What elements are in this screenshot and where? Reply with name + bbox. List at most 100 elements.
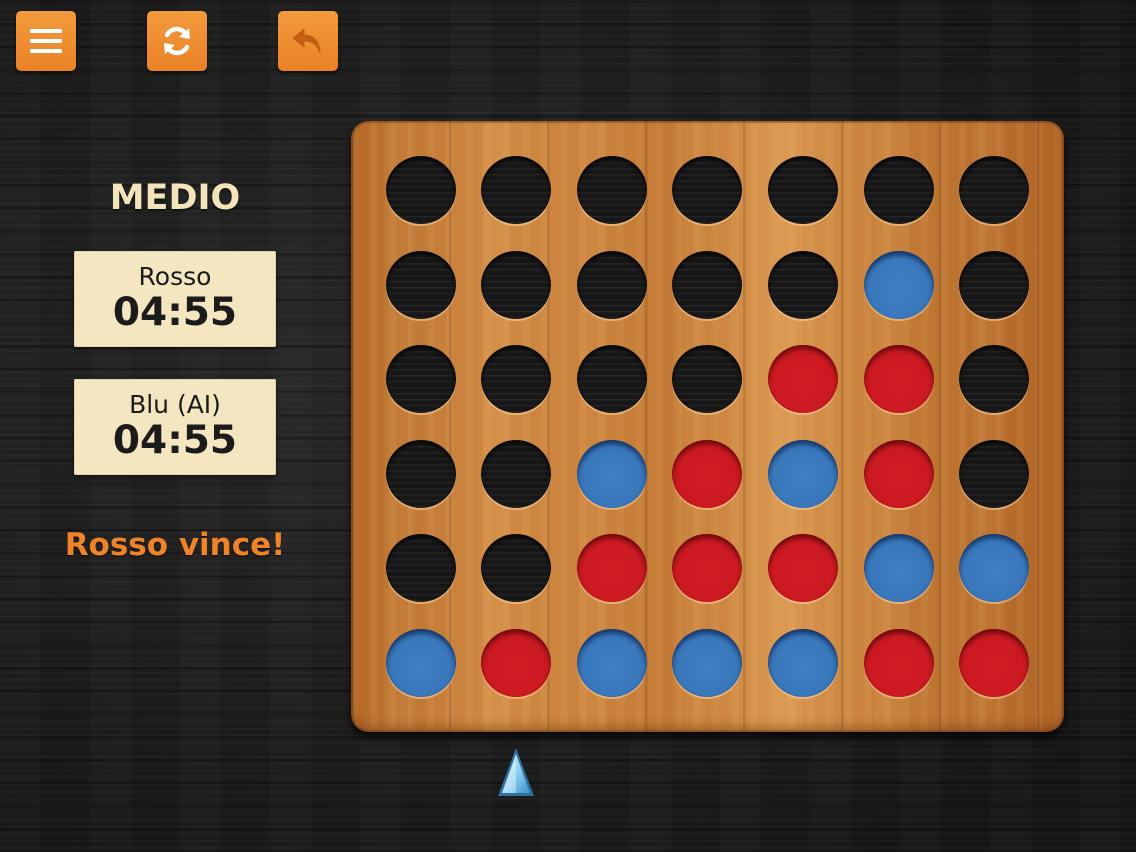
- empty-slot: [672, 250, 743, 319]
- empty-slot: [481, 345, 552, 414]
- blue-disc: [672, 628, 743, 697]
- board-cell[interactable]: [564, 143, 660, 238]
- board-cell[interactable]: [564, 427, 660, 522]
- red-disc: [863, 345, 934, 414]
- empty-slot: [576, 250, 647, 319]
- empty-slot: [672, 156, 743, 225]
- red-disc: [481, 628, 552, 697]
- board-cell[interactable]: [946, 616, 1042, 711]
- triangle-pointer-icon: [496, 748, 536, 802]
- empty-slot: [481, 439, 552, 508]
- board-cell[interactable]: [660, 332, 756, 427]
- board-cell[interactable]: [469, 616, 565, 711]
- column-selector-marker[interactable]: [496, 746, 536, 798]
- board-cell[interactable]: [755, 332, 851, 427]
- board-cell[interactable]: [564, 332, 660, 427]
- empty-slot: [385, 439, 456, 508]
- blue-disc: [576, 628, 647, 697]
- board-cell[interactable]: [660, 143, 756, 238]
- board-cell[interactable]: [755, 238, 851, 333]
- game-board[interactable]: [351, 121, 1064, 732]
- red-disc: [863, 628, 934, 697]
- undo-button[interactable]: [278, 11, 338, 71]
- empty-slot: [959, 156, 1030, 225]
- board-cell[interactable]: [373, 332, 469, 427]
- board-cell[interactable]: [755, 143, 851, 238]
- blue-disc: [863, 250, 934, 319]
- board-cell[interactable]: [373, 143, 469, 238]
- blue-disc: [576, 439, 647, 508]
- empty-slot: [768, 250, 839, 319]
- red-disc: [672, 439, 743, 508]
- undo-arrow-icon: [290, 25, 326, 57]
- board-cell[interactable]: [660, 427, 756, 522]
- board-cell[interactable]: [469, 238, 565, 333]
- empty-slot: [385, 534, 456, 603]
- empty-slot: [959, 250, 1030, 319]
- board-cell[interactable]: [373, 521, 469, 616]
- blue-disc: [768, 628, 839, 697]
- blue-disc: [768, 439, 839, 508]
- empty-slot: [768, 156, 839, 225]
- empty-slot: [959, 345, 1030, 414]
- board-cell[interactable]: [469, 143, 565, 238]
- board-cell[interactable]: [373, 616, 469, 711]
- board-cell[interactable]: [660, 521, 756, 616]
- empty-slot: [385, 345, 456, 414]
- board-cell[interactable]: [946, 238, 1042, 333]
- board-cell[interactable]: [373, 238, 469, 333]
- player-card-blue: Blu (AI) 04:55: [74, 379, 276, 475]
- refresh-icon: [160, 24, 194, 58]
- board-cell[interactable]: [755, 616, 851, 711]
- board-cell[interactable]: [564, 521, 660, 616]
- empty-slot: [481, 534, 552, 603]
- red-disc: [768, 534, 839, 603]
- empty-slot: [863, 156, 934, 225]
- restart-button[interactable]: [147, 11, 207, 71]
- empty-slot: [959, 439, 1030, 508]
- red-disc: [576, 534, 647, 603]
- board-cell[interactable]: [373, 427, 469, 522]
- empty-slot: [385, 156, 456, 225]
- empty-slot: [672, 345, 743, 414]
- board-cell[interactable]: [851, 427, 947, 522]
- hamburger-menu-icon: [30, 27, 62, 55]
- red-disc: [959, 628, 1030, 697]
- empty-slot: [385, 250, 456, 319]
- player-name: Blu (AI): [129, 390, 221, 419]
- empty-slot: [576, 156, 647, 225]
- board-cell[interactable]: [851, 616, 947, 711]
- empty-slot: [481, 156, 552, 225]
- red-disc: [863, 439, 934, 508]
- player-timer: 04:55: [112, 418, 238, 463]
- blue-disc: [959, 534, 1030, 603]
- red-disc: [768, 345, 839, 414]
- board-cell[interactable]: [564, 616, 660, 711]
- player-timer: 04:55: [112, 290, 238, 335]
- board-cell[interactable]: [469, 332, 565, 427]
- board-cell[interactable]: [946, 332, 1042, 427]
- game-status-message: Rosso vince!: [64, 527, 286, 563]
- board-cell[interactable]: [946, 427, 1042, 522]
- board-cell[interactable]: [660, 238, 756, 333]
- player-name: Rosso: [138, 262, 212, 291]
- difficulty-label: MEDIO: [109, 178, 241, 218]
- board-cell[interactable]: [851, 332, 947, 427]
- board-cell[interactable]: [469, 427, 565, 522]
- board-cell[interactable]: [660, 616, 756, 711]
- board-grid[interactable]: [373, 143, 1042, 710]
- board-cell[interactable]: [851, 521, 947, 616]
- player-card-red: Rosso 04:55: [74, 251, 276, 347]
- board-cell[interactable]: [851, 143, 947, 238]
- board-cell[interactable]: [469, 521, 565, 616]
- menu-button[interactable]: [16, 11, 76, 71]
- board-cell[interactable]: [755, 521, 851, 616]
- blue-disc: [385, 628, 456, 697]
- empty-slot: [481, 250, 552, 319]
- board-cell[interactable]: [946, 521, 1042, 616]
- board-cell[interactable]: [755, 427, 851, 522]
- board-cell[interactable]: [946, 143, 1042, 238]
- board-cell[interactable]: [851, 238, 947, 333]
- blue-disc: [863, 534, 934, 603]
- board-cell[interactable]: [564, 238, 660, 333]
